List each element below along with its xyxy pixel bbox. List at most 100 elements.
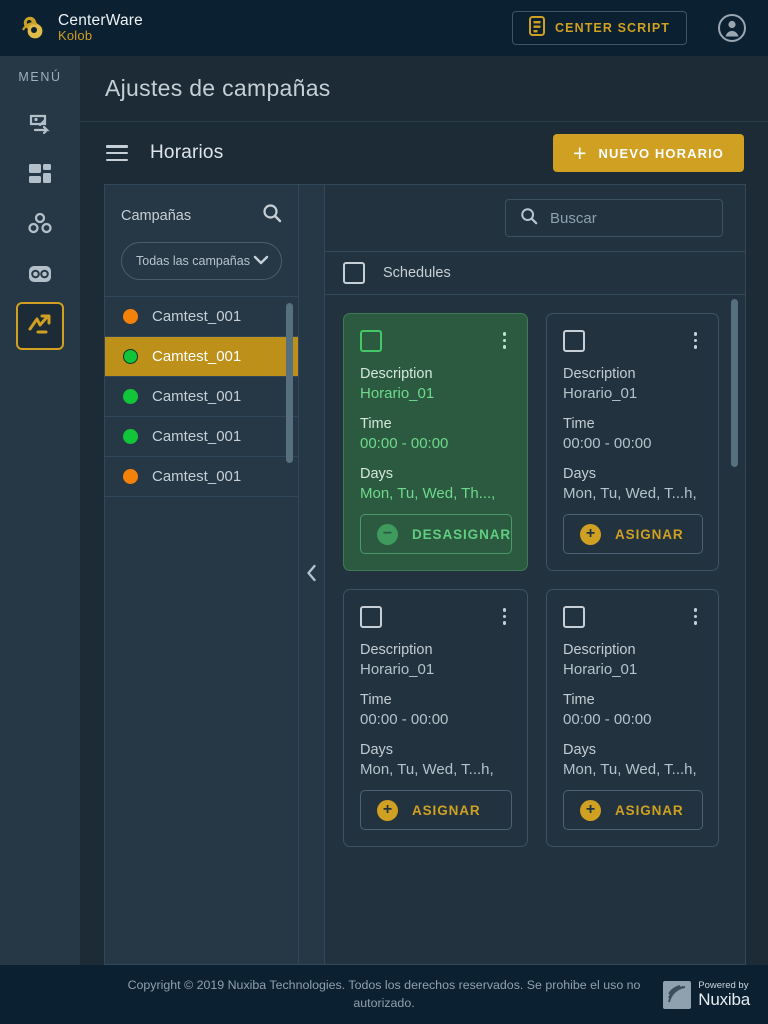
days-value: Mon, Tu, Wed, Th..., [360, 485, 496, 502]
brand-subtitle: Kolob [58, 28, 93, 44]
status-dot [123, 469, 138, 484]
time-value: 00:00 - 00:00 [360, 711, 449, 728]
search-box[interactable] [505, 199, 723, 237]
list-item[interactable]: Camtest_001 [105, 297, 298, 337]
plus-circle-icon: + [580, 799, 602, 821]
time-label: Time [360, 416, 392, 432]
description-label: Description [563, 642, 636, 658]
copyright-text: Copyright © 2019 Nuxiba Technologies. To… [127, 977, 641, 1010]
kebab-menu-icon[interactable] [497, 606, 513, 627]
days-value: Mon, Tu, Wed, T...h, [563, 485, 697, 502]
description-label: Description [563, 366, 636, 382]
status-dot [123, 429, 138, 444]
schedule-cards-scrollbar[interactable] [731, 299, 738, 467]
group-nodes-icon [27, 211, 53, 242]
search-icon[interactable] [262, 203, 282, 228]
panels-container: Campañas Todas las campañas Camtest_001 … [80, 184, 768, 965]
schedule-checkbox[interactable] [563, 606, 586, 628]
brand-name: CenterWare [58, 12, 143, 30]
campaign-name: Camtest_001 [152, 348, 242, 365]
kebab-menu-icon[interactable] [497, 330, 513, 351]
assign-button[interactable]: + ASIGNAR [360, 790, 513, 830]
search-input[interactable] [550, 209, 708, 227]
campaign-filter-select[interactable]: Todas las campañas [121, 242, 282, 280]
dashboard-grid-icon [27, 161, 53, 192]
schedule-cards-area: Description Horario_01 Time 00:00 - 00:0… [325, 295, 745, 964]
campaigns-panel: Campañas Todas las campañas Camtest_001 … [104, 184, 298, 965]
sidebar-item-groups[interactable] [16, 202, 64, 250]
app-root: CenterWare Kolob CENTER SCRIPT MENÚ Ajus… [0, 0, 768, 1024]
campaign-name: Camtest_001 [152, 308, 242, 325]
main-content: Ajustes de campañas Horarios + NUEVO HOR… [80, 56, 768, 965]
schedule-checkbox[interactable] [563, 330, 586, 352]
top-navbar: CenterWare Kolob CENTER SCRIPT [0, 0, 768, 56]
select-all-checkbox[interactable] [343, 262, 365, 284]
schedule-card[interactable]: Description Horario_01 Time 00:00 - 00:0… [343, 589, 529, 847]
plus-icon: + [573, 139, 587, 166]
assign-button[interactable]: + ASIGNAR [563, 790, 703, 830]
center-script-button[interactable]: CENTER SCRIPT [512, 11, 688, 45]
nuxiba-logo-icon [663, 980, 692, 1009]
hamburger-menu-icon[interactable] [106, 145, 128, 161]
list-item[interactable]: Camtest_001 [105, 457, 298, 497]
sidebar-item-voicemail[interactable] [16, 252, 64, 300]
days-label: Days [563, 742, 597, 758]
kebab-menu-icon[interactable] [688, 330, 704, 351]
brand-logo[interactable]: CenterWare Kolob [20, 12, 143, 44]
days-label: Days [360, 466, 394, 482]
schedule-checkbox[interactable] [360, 606, 382, 628]
campaign-name: Camtest_001 [152, 388, 242, 405]
select-all-row: Schedules [325, 251, 745, 295]
campaign-name: Camtest_001 [152, 428, 242, 445]
days-label: Days [563, 466, 597, 482]
campaign-name: Camtest_001 [152, 468, 242, 485]
campaigns-panel-header: Campañas Todas las campañas [105, 185, 298, 280]
sidebar-item-dashboard[interactable] [16, 152, 64, 200]
nuxiba-name: Nuxiba [698, 989, 750, 1009]
description-label: Description [360, 642, 433, 658]
description-value: Horario_01 [360, 661, 435, 678]
assign-label: ASIGNAR [615, 526, 684, 542]
schedule-checkbox[interactable] [360, 330, 382, 352]
list-item[interactable]: Camtest_001 [105, 337, 298, 377]
description-value: Horario_01 [360, 385, 435, 402]
days-value: Mon, Tu, Wed, T...h, [360, 761, 494, 778]
new-schedule-button[interactable]: + NUEVO HORARIO [553, 134, 744, 172]
schedules-panel: Schedules Description Horario [324, 184, 746, 965]
kebab-menu-icon[interactable] [688, 606, 704, 627]
campaigns-title: Campañas [121, 207, 192, 224]
sidebar-item-activity[interactable] [16, 302, 64, 350]
left-icon-sidebar: MENÚ [0, 56, 80, 965]
user-account-icon[interactable] [718, 14, 746, 42]
section-title: Horarios [150, 142, 224, 163]
time-label: Time [563, 692, 595, 708]
list-item[interactable]: Camtest_001 [105, 377, 298, 417]
powered-by-nuxiba: Powered by Nuxiba [663, 980, 750, 1009]
new-schedule-label: NUEVO HORARIO [598, 145, 724, 161]
campaign-list-scrollbar[interactable] [286, 303, 293, 463]
assign-button[interactable]: + ASIGNAR [563, 514, 703, 554]
list-item[interactable]: Camtest_001 [105, 417, 298, 457]
campaign-list[interactable]: Camtest_001 Camtest_001 Camtest_001 Camt… [105, 296, 298, 964]
transfer-exchange-icon [27, 111, 53, 142]
description-label: Description [360, 366, 433, 382]
activity-trend-icon [27, 311, 53, 342]
panel-collapse-divider[interactable] [298, 184, 324, 965]
minus-circle-icon: − [377, 523, 398, 545]
sidebar-menu-label: MENÚ [18, 70, 62, 84]
status-dot [123, 349, 138, 364]
sidebar-item-transfer[interactable] [16, 102, 64, 150]
page-footer: Copyright © 2019 Nuxiba Technologies. To… [0, 965, 768, 1024]
description-value: Horario_01 [563, 385, 638, 402]
schedule-cards-grid: Description Horario_01 Time 00:00 - 00:0… [343, 313, 719, 847]
schedule-card[interactable]: Description Horario_01 Time 00:00 - 00:0… [546, 589, 719, 847]
time-label: Time [360, 692, 392, 708]
chevron-left-icon[interactable] [306, 564, 317, 586]
script-document-icon [529, 15, 545, 41]
time-value: 00:00 - 00:00 [563, 711, 652, 728]
schedule-card[interactable]: Description Horario_01 Time 00:00 - 00:0… [343, 313, 529, 571]
schedules-search-row [325, 185, 745, 251]
schedule-card[interactable]: Description Horario_01 Time 00:00 - 00:0… [546, 313, 719, 571]
assign-label: ASIGNAR [615, 802, 684, 818]
unassign-button[interactable]: − DESASIGNAR [360, 514, 513, 554]
